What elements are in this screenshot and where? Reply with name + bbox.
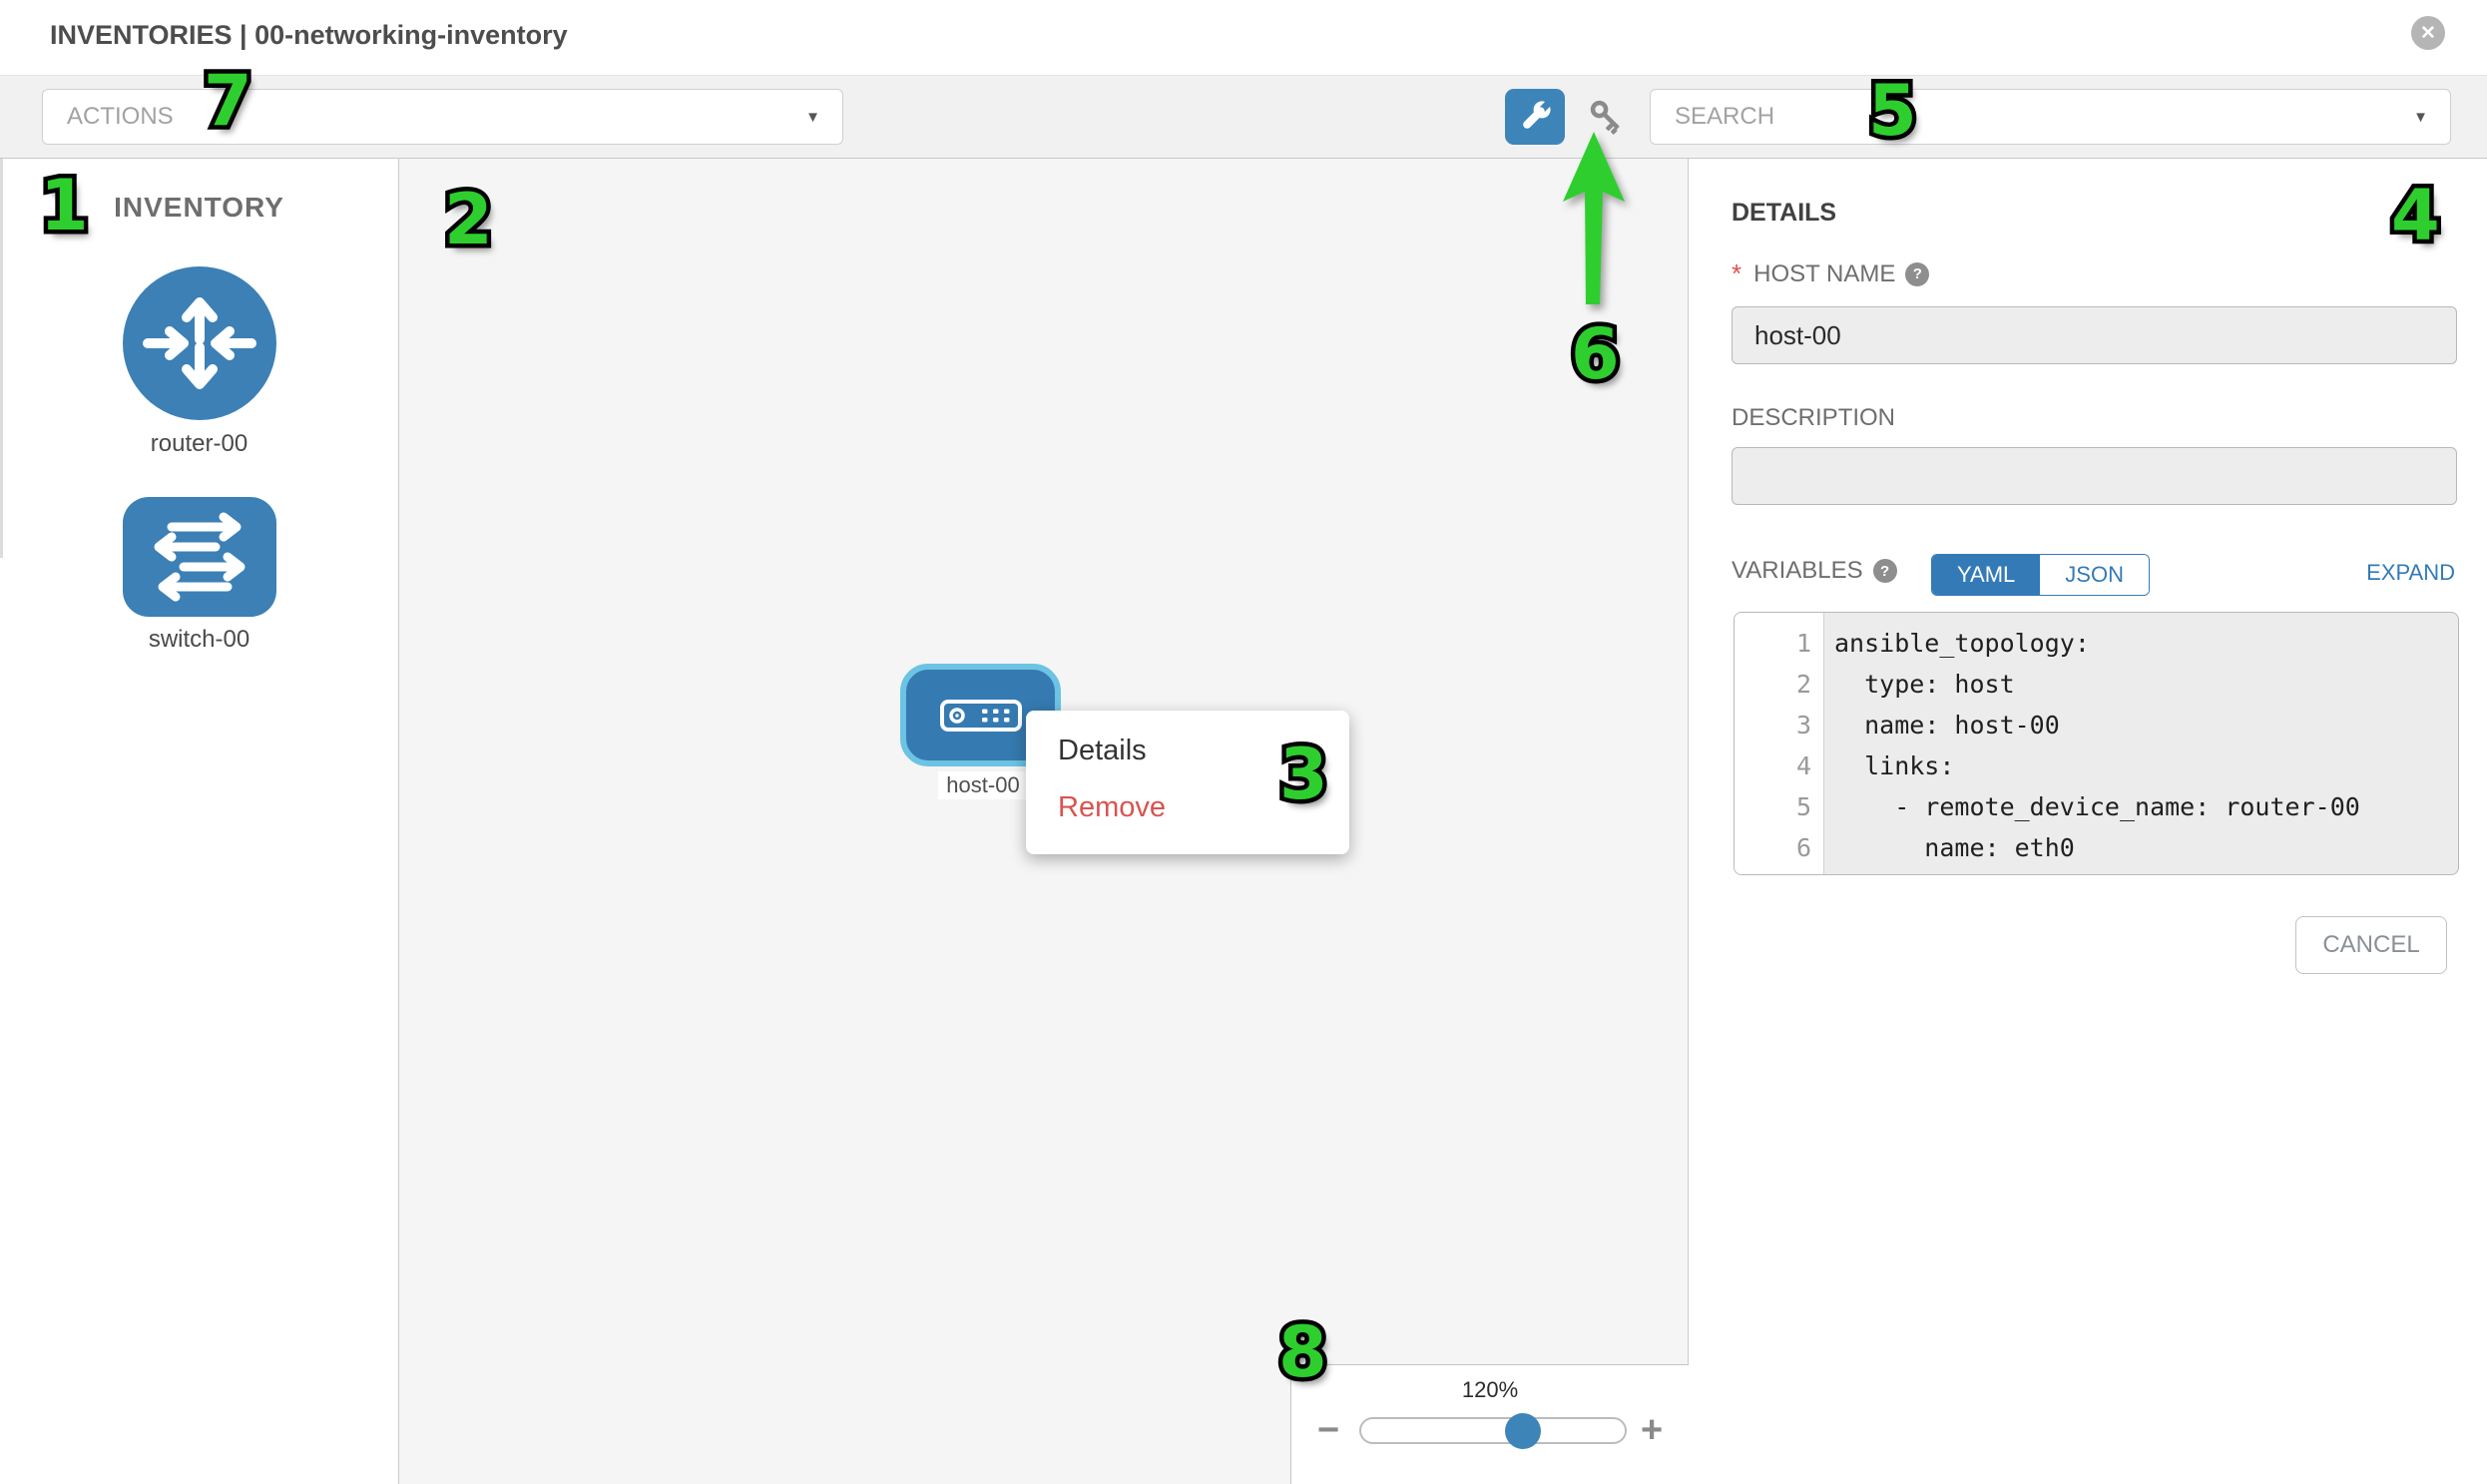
description-label: DESCRIPTION	[1732, 404, 1895, 432]
cancel-button-label: CANCEL	[2322, 931, 2419, 959]
variables-label-row: VARIABLES ?	[1732, 557, 1897, 585]
zoom-level-value: 120%	[1291, 1377, 1689, 1403]
details-title: DETAILS	[1732, 199, 1836, 228]
palette-item-switch[interactable]: switch-00	[0, 496, 398, 654]
search-dropdown-label: SEARCH	[1675, 103, 1774, 131]
details-panel: DETAILS * HOST NAME ? DESCRIPTION VARIAB…	[1689, 159, 2487, 1484]
inventory-sidebar: INVENTORY router-00 switch-00	[0, 159, 399, 1484]
code-line-number: 3	[1735, 705, 1823, 745]
annotation-arrow-6	[1537, 120, 1657, 319]
host-name-label-row: * HOST NAME ?	[1732, 258, 1929, 289]
router-icon	[121, 264, 278, 422]
cancel-button[interactable]: CANCEL	[2295, 916, 2447, 974]
palette-item-label: switch-00	[149, 626, 249, 654]
zoom-in-button[interactable]: +	[1641, 1409, 1663, 1452]
tab-json[interactable]: JSON	[2040, 555, 2149, 595]
zoom-out-button[interactable]: −	[1317, 1409, 1339, 1452]
zoom-slider-track[interactable]	[1359, 1417, 1627, 1444]
code-line-number: 6	[1735, 827, 1823, 868]
zoom-control: 120% − +	[1290, 1364, 1689, 1484]
actions-dropdown[interactable]: ACTIONS ▼	[42, 89, 843, 145]
code-line: ansible_topology:	[1834, 623, 2458, 664]
code-line: - remote_device_name: router-00	[1834, 786, 2458, 827]
description-label-row: DESCRIPTION	[1732, 404, 1895, 432]
host-name-label: HOST NAME	[1753, 260, 1895, 288]
help-icon[interactable]: ?	[1905, 262, 1929, 286]
annotation-2: 2	[444, 185, 493, 254]
zoom-slider-row: − +	[1291, 1411, 1689, 1451]
variables-label: VARIABLES	[1732, 557, 1863, 585]
code-line-number: 2	[1735, 664, 1823, 705]
topology-canvas[interactable]: host-00 Details Remove 120% − +	[399, 159, 1689, 1484]
annotation-4: 4	[2391, 181, 2440, 250]
annotation-5: 5	[1868, 76, 1917, 146]
close-icon: ✕	[2420, 22, 2436, 45]
annotation-7: 7	[204, 66, 252, 136]
annotation-8: 8	[1278, 1317, 1327, 1387]
annotation-3: 3	[1279, 740, 1328, 809]
help-icon[interactable]: ?	[1873, 559, 1897, 583]
chevron-down-icon: ▼	[805, 109, 820, 126]
annotation-1: 1	[40, 171, 89, 241]
host-node-label: host-00	[938, 771, 1028, 799]
title-bar: INVENTORIES | 00-networking-inventory ✕	[0, 0, 2487, 75]
palette-item-label: router-00	[151, 430, 248, 458]
code-line-number: 5	[1735, 786, 1823, 827]
tab-yaml[interactable]: YAML	[1932, 555, 2040, 595]
host-name-input[interactable]	[1732, 306, 2457, 364]
code-content[interactable]: ansible_topology: type: host name: host-…	[1824, 613, 2458, 874]
required-asterisk: *	[1732, 258, 1741, 289]
switch-icon	[122, 496, 277, 618]
toolbar: ACTIONS ▼ SEARCH ▼	[0, 75, 2487, 159]
expand-link[interactable]: EXPAND	[2366, 560, 2455, 586]
code-line-number: 1	[1735, 623, 1823, 664]
code-line: name: host-00	[1834, 705, 2458, 745]
page-title: INVENTORIES | 00-networking-inventory	[50, 20, 568, 51]
code-line-number: 4	[1735, 745, 1823, 786]
code-line: links:	[1834, 745, 2458, 786]
annotation-6: 6	[1571, 319, 1620, 389]
search-dropdown[interactable]: SEARCH ▼	[1650, 89, 2451, 145]
chevron-down-icon: ▼	[2413, 109, 2428, 126]
host-server-icon	[940, 700, 1022, 732]
palette-item-router[interactable]: router-00	[0, 264, 398, 458]
variables-format-toggle: YAML JSON	[1931, 554, 2150, 596]
code-line: type: host	[1834, 664, 2458, 705]
zoom-slider-thumb[interactable]	[1505, 1413, 1541, 1449]
description-input[interactable]	[1732, 447, 2457, 505]
code-line-numbers: 1234567	[1735, 613, 1824, 874]
code-line: remote_interface_name: eth0	[1834, 868, 2458, 875]
code-line: name: eth0	[1834, 827, 2458, 868]
close-button[interactable]: ✕	[2411, 16, 2445, 50]
code-line-number: 7	[1735, 868, 1823, 875]
variables-code-editor[interactable]: 1234567 ansible_topology: type: host nam…	[1734, 612, 2459, 875]
actions-dropdown-label: ACTIONS	[67, 103, 174, 131]
